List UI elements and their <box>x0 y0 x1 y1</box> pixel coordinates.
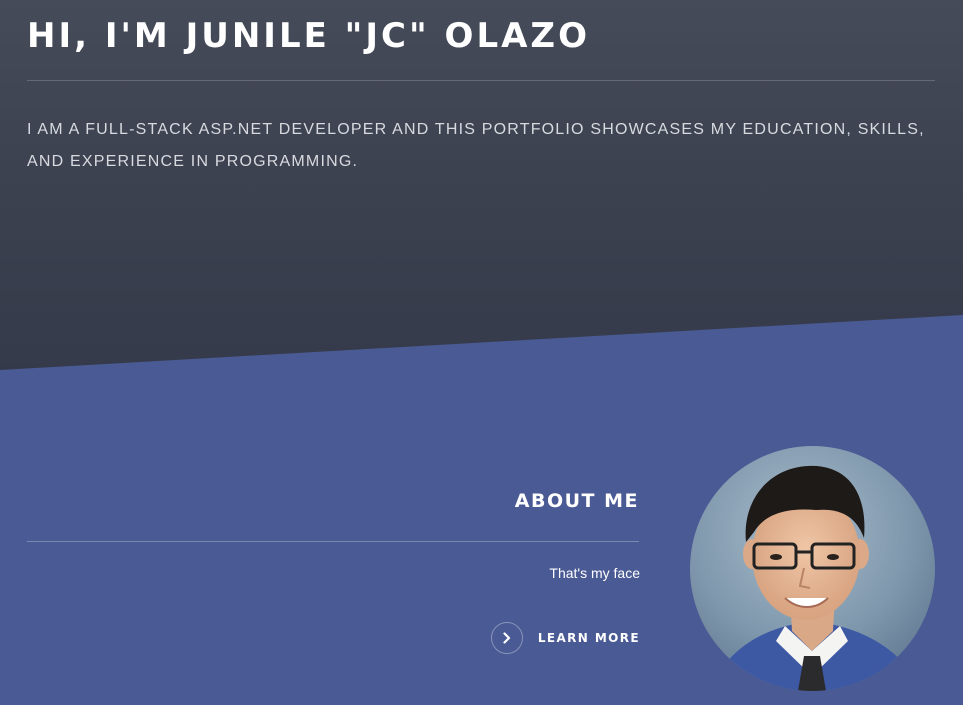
learn-more-label[interactable]: LEARN MORE <box>538 631 640 645</box>
learn-more-link[interactable]: LEARN MORE <box>490 621 640 655</box>
about-divider <box>27 541 639 542</box>
title-divider <box>27 80 935 81</box>
profile-photo <box>690 446 935 691</box>
about-caption: That's my face <box>549 565 640 581</box>
chevron-right-icon[interactable] <box>490 622 523 654</box>
page-title: HI, I'M JUNILE "JC" OLAZO <box>27 16 590 56</box>
intro-text: I AM A FULL-STACK ASP.NET DEVELOPER AND … <box>27 121 925 170</box>
about-heading: ABOUT ME <box>514 490 639 512</box>
